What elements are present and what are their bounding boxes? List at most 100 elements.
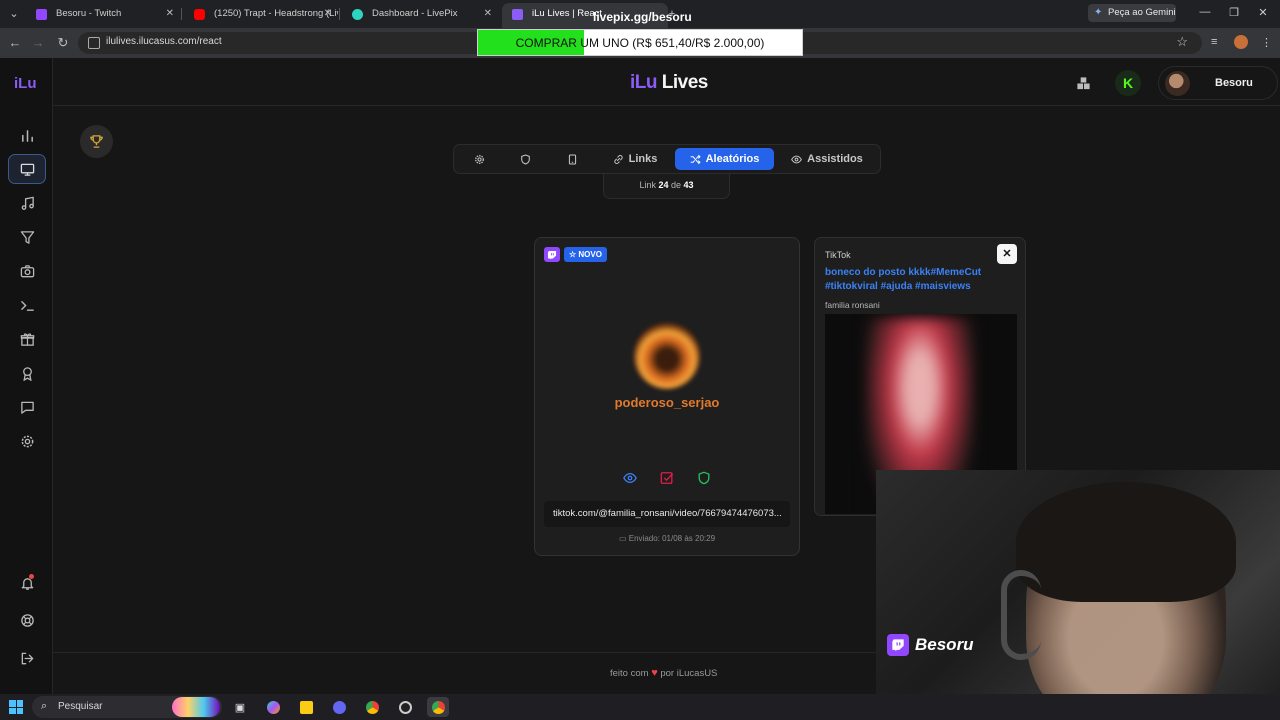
webcam-name-tag: Besoru bbox=[887, 634, 974, 656]
react-tabs: Links Aleatórios Assistidos bbox=[453, 144, 881, 174]
bookmark-star-icon[interactable]: ☆ bbox=[1176, 34, 1188, 50]
sidebar-item-react[interactable] bbox=[8, 154, 46, 184]
close-preview-button[interactable]: ✕ bbox=[997, 244, 1017, 264]
tab-search-chevron-icon[interactable]: ⌄ bbox=[6, 6, 22, 22]
close-tab-icon[interactable]: ✕ bbox=[484, 3, 492, 25]
chrome-icon[interactable] bbox=[361, 697, 383, 717]
site-info-icon[interactable] bbox=[88, 37, 100, 49]
restore-window-icon[interactable]: ❐ bbox=[1227, 6, 1241, 19]
link-counter: Link 24 de 43 bbox=[603, 174, 730, 199]
browser-tab-youtube[interactable]: (1250) Trapt - Headstrong (Live ✕ bbox=[184, 3, 338, 28]
ask-gemini-button[interactable]: ✦ Peça ao Gemini bbox=[1088, 4, 1176, 22]
minimize-window-icon[interactable]: — bbox=[1198, 6, 1212, 18]
tab-title: Besoru - Twitch bbox=[56, 8, 122, 19]
eye-icon bbox=[623, 472, 637, 483]
user-avatar bbox=[1165, 71, 1190, 96]
app-header: iLu Lives K Besoru ✓ bbox=[53, 58, 1280, 106]
browser-tab-twitch[interactable]: Besoru - Twitch ✕ bbox=[26, 3, 180, 28]
tablet-icon bbox=[568, 154, 576, 164]
shuffle-icon bbox=[690, 154, 701, 164]
submission-card: ☆ NOVO poderoso_serjao tiktok.com/@famil… bbox=[534, 237, 800, 556]
link-icon bbox=[614, 154, 623, 164]
livepix-overlay-title: livepix.gg/besoru bbox=[593, 10, 692, 24]
sidebar-item-notifications[interactable] bbox=[8, 568, 46, 598]
file-explorer-icon[interactable] bbox=[295, 697, 317, 717]
watch-button[interactable] bbox=[623, 470, 638, 485]
sidebar-item-chat[interactable] bbox=[8, 392, 46, 422]
chrome-active-icon[interactable] bbox=[427, 697, 449, 717]
sidebar-item-camera[interactable] bbox=[8, 256, 46, 286]
sidebar-item-help[interactable] bbox=[8, 605, 46, 635]
back-arrow-icon[interactable]: ← bbox=[7, 35, 23, 51]
gift-icon bbox=[20, 332, 34, 346]
ranking-button[interactable] bbox=[80, 125, 113, 158]
tab-aleatorios-label: Aleatórios bbox=[705, 153, 760, 165]
sidebar-item-stats[interactable] bbox=[8, 120, 46, 150]
tab-devices[interactable] bbox=[559, 148, 585, 170]
tab-settings[interactable] bbox=[466, 148, 492, 170]
app-icon-purple[interactable] bbox=[328, 697, 350, 717]
submitter-username: poderoso_serjao bbox=[614, 395, 720, 410]
card-actions bbox=[535, 470, 799, 485]
windows-start-icon[interactable] bbox=[9, 700, 23, 714]
video-author: familia ronsani bbox=[825, 300, 880, 310]
moderate-button[interactable] bbox=[697, 470, 712, 485]
webcam-name: Besoru bbox=[915, 635, 974, 654]
search-icon: ⌕ bbox=[41, 700, 48, 712]
tab-links[interactable]: Links bbox=[604, 148, 666, 170]
browser-tab-livepix[interactable]: Dashboard - LivePix ✕ bbox=[342, 3, 498, 28]
boxes-icon bbox=[1076, 76, 1090, 89]
taskbar-search[interactable]: ⌕ Pesquisar bbox=[32, 696, 222, 718]
tab-aleatorios[interactable]: Aleatórios bbox=[675, 148, 774, 170]
submitter-avatar bbox=[634, 323, 700, 389]
user-menu[interactable]: Besoru ✓ bbox=[1158, 66, 1278, 100]
submission-date-text: Enviado: 01/08 às 20:29 bbox=[628, 534, 716, 543]
tab-assistidos[interactable]: Assistidos bbox=[784, 148, 870, 170]
browser-menu-icon[interactable]: ⋮ bbox=[1261, 36, 1272, 49]
obs-icon[interactable] bbox=[394, 697, 416, 717]
video-title[interactable]: boneco do posto kkkk#MemeCut #tiktokvira… bbox=[825, 266, 1015, 294]
tab-moderation[interactable] bbox=[512, 148, 538, 170]
chat-bubble-icon bbox=[20, 401, 34, 414]
sidebar-item-logout[interactable] bbox=[8, 643, 46, 673]
kick-logo-icon: K bbox=[1122, 75, 1134, 91]
search-placeholder: Pesquisar bbox=[58, 701, 103, 712]
sidebar-brand[interactable]: iLu bbox=[14, 75, 37, 92]
livepix-goal-bar: COMPRAR UM UNO (R$ 651,40/R$ 2.000,00) bbox=[477, 29, 803, 56]
goal-text: COMPRAR UM UNO (R$ 651,40/R$ 2.000,00) bbox=[515, 36, 765, 50]
gear-icon bbox=[474, 154, 484, 164]
app-logo[interactable]: iLu Lives bbox=[630, 72, 708, 94]
headset bbox=[1001, 570, 1041, 660]
sidebar-item-music[interactable] bbox=[8, 188, 46, 218]
reload-icon[interactable]: ↻ bbox=[55, 35, 71, 51]
filter-icon bbox=[20, 230, 34, 244]
sidebar-item-awards[interactable] bbox=[8, 358, 46, 388]
kick-button[interactable]: K bbox=[1115, 70, 1141, 96]
footer-suffix[interactable]: por iLucasUS bbox=[660, 668, 717, 679]
sidebar-item-gifts[interactable] bbox=[8, 324, 46, 354]
task-view-icon[interactable]: ▣ bbox=[229, 697, 251, 717]
tab-divider bbox=[339, 8, 340, 20]
counter-total: 43 bbox=[683, 180, 694, 190]
submission-link[interactable]: tiktok.com/@familia_ronsani/video/766794… bbox=[544, 501, 790, 527]
sidebar-item-filter[interactable] bbox=[8, 222, 46, 252]
mark-watched-button[interactable] bbox=[660, 470, 675, 485]
browser-profile-avatar[interactable] bbox=[1234, 35, 1248, 49]
search-highlight-art bbox=[172, 697, 220, 717]
close-tab-icon[interactable]: ✕ bbox=[166, 3, 174, 25]
sidebar-item-terminal[interactable] bbox=[8, 290, 46, 320]
close-tab-icon[interactable]: ✕ bbox=[324, 3, 332, 25]
forward-arrow-icon[interactable]: → bbox=[30, 35, 46, 51]
tab-assistidos-label: Assistidos bbox=[807, 153, 863, 165]
copilot-icon[interactable] bbox=[262, 697, 284, 717]
close-window-icon[interactable]: ✕ bbox=[1256, 6, 1270, 19]
reading-list-icon[interactable]: ≡ bbox=[1211, 36, 1217, 48]
counter-separator: de bbox=[671, 180, 682, 190]
tab-links-label: Links bbox=[628, 153, 658, 165]
ilu-favicon-icon bbox=[512, 9, 523, 20]
logo-part-lives: Lives bbox=[661, 72, 709, 93]
sidebar-item-settings[interactable] bbox=[8, 426, 46, 456]
platform-label: TikTok bbox=[825, 250, 851, 260]
blocks-button[interactable] bbox=[1070, 70, 1096, 96]
notification-dot bbox=[29, 574, 34, 579]
